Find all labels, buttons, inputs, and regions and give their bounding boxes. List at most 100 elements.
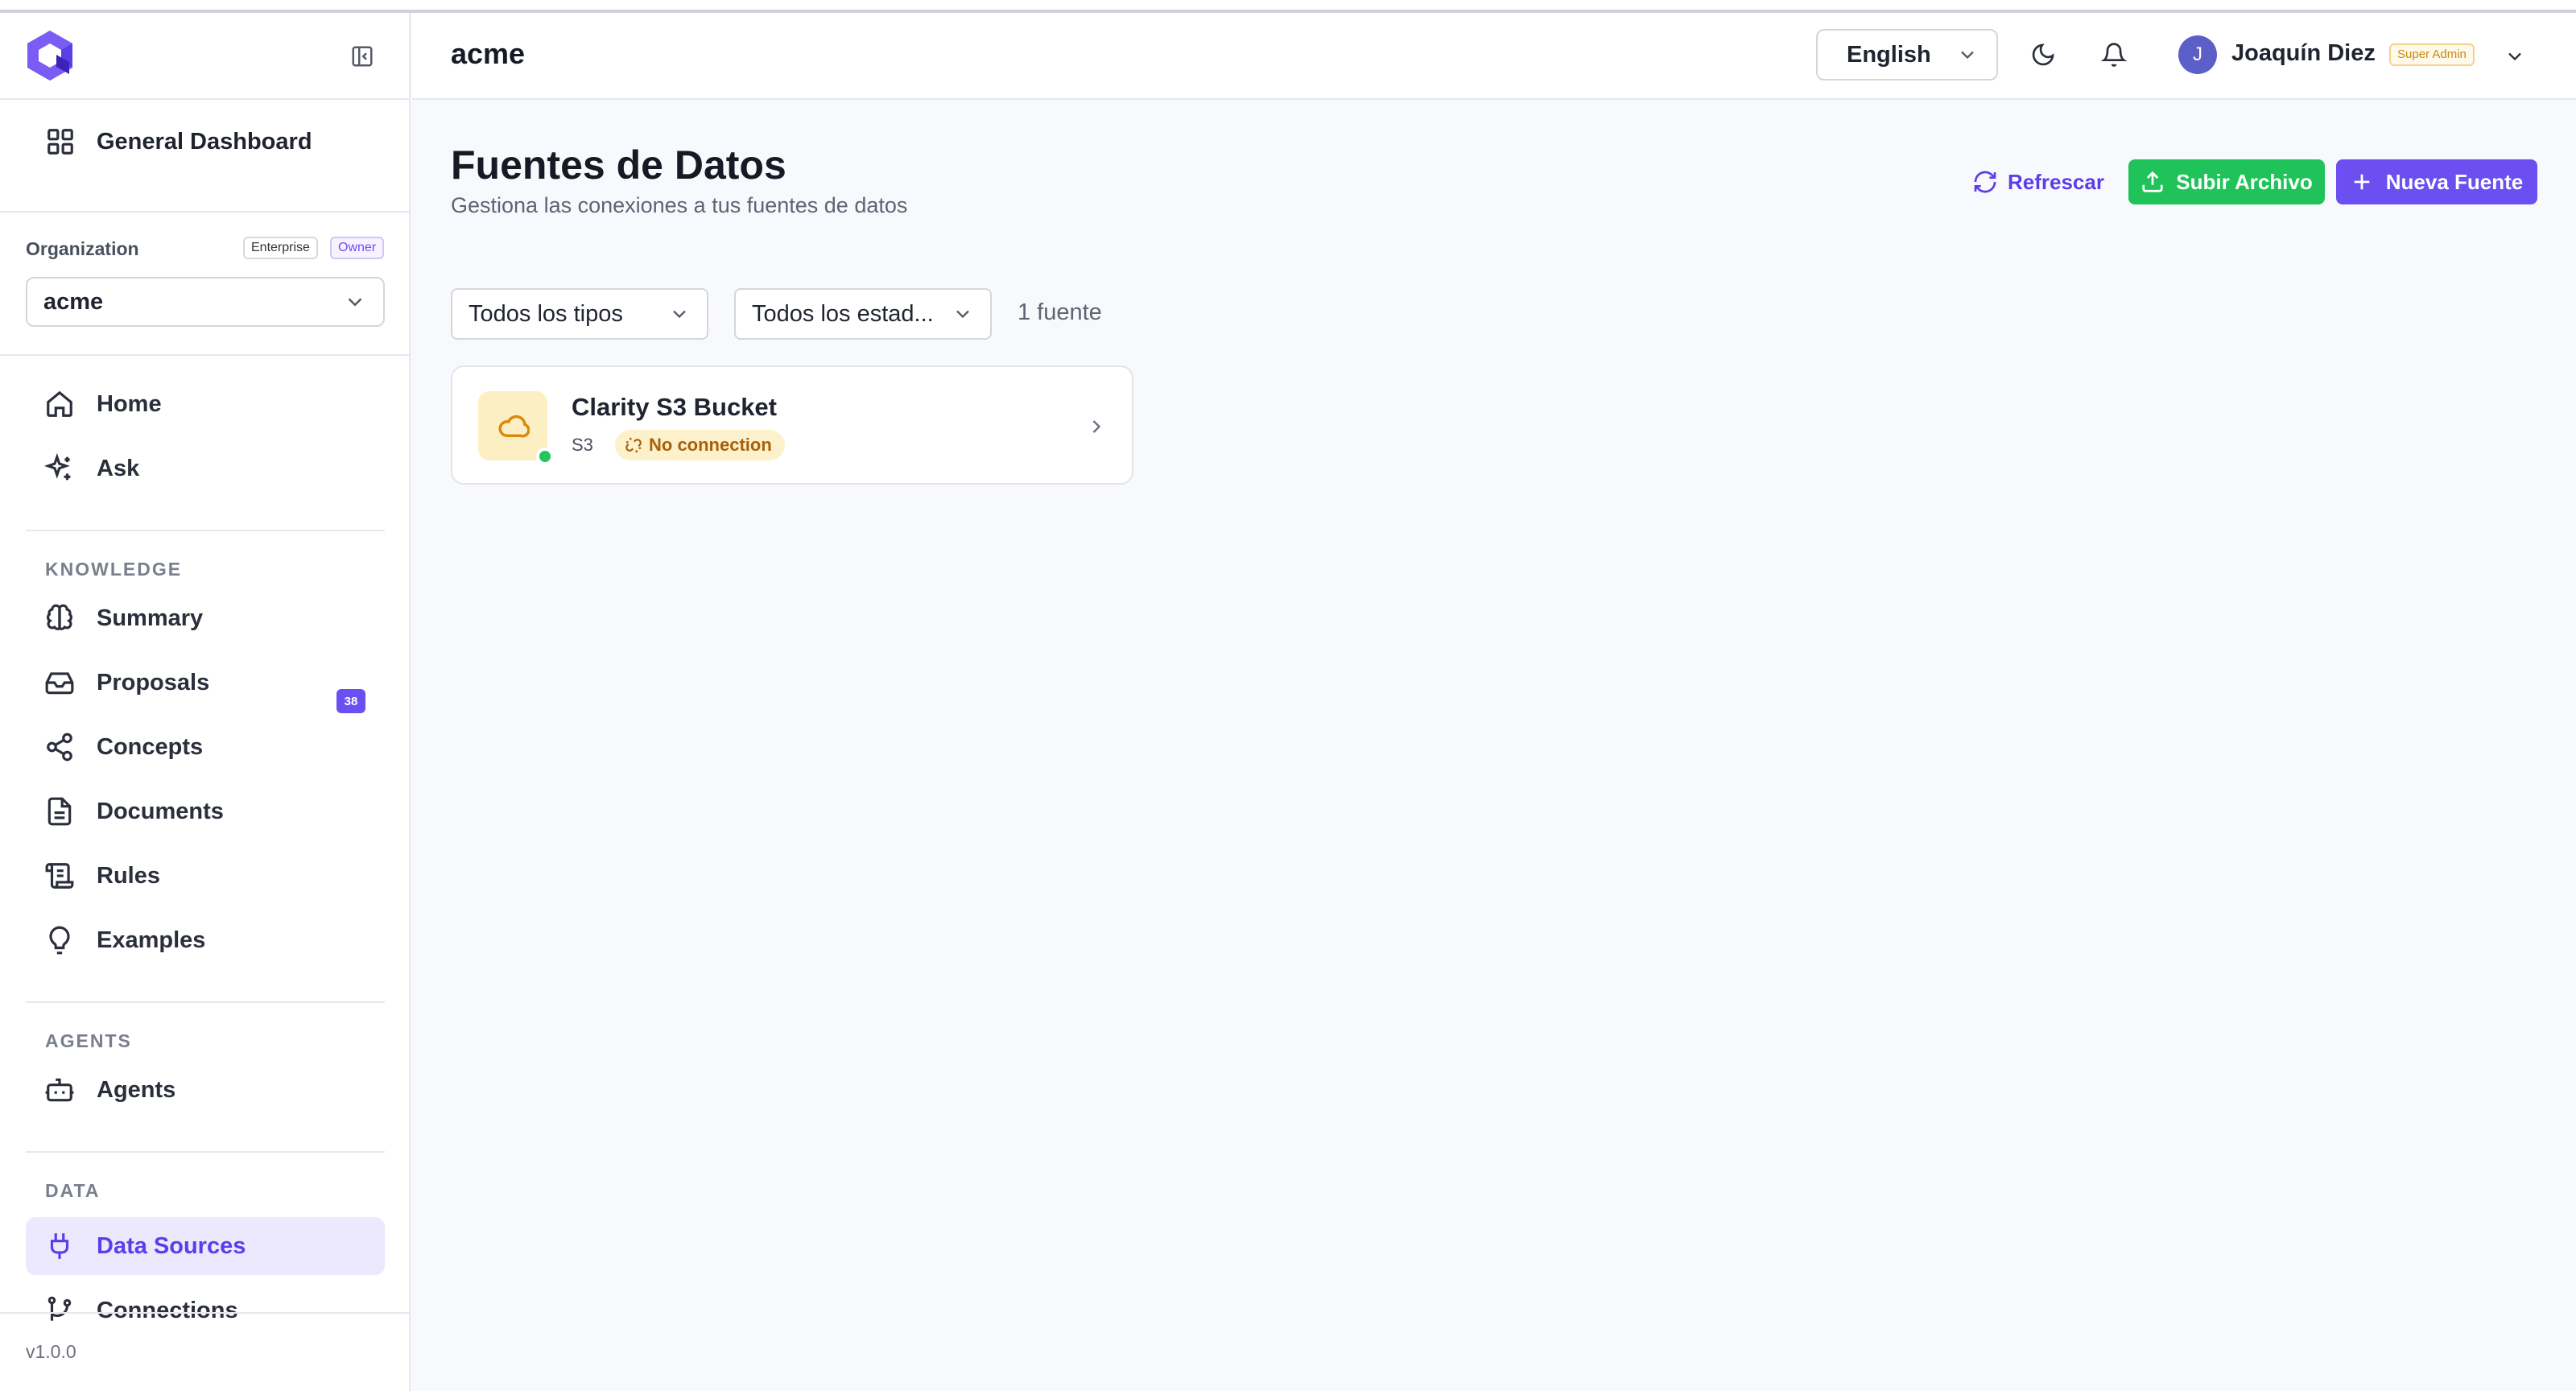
sidebar-item-label: Connections — [97, 1297, 238, 1323]
sidebar-item-agents[interactable]: Agents — [26, 1061, 385, 1119]
upload-label: Subir Archivo — [2176, 169, 2313, 194]
chevron-down-icon — [956, 310, 969, 319]
new-source-button[interactable]: Nueva Fuente — [2336, 159, 2537, 204]
sidebar-item-examples[interactable]: Examples — [26, 911, 385, 969]
divider — [0, 211, 409, 213]
divider — [26, 530, 385, 531]
collapse-sidebar-button[interactable] — [346, 42, 378, 71]
bell-icon — [2101, 43, 2127, 67]
chevron-down-icon — [673, 310, 686, 319]
open-source-button[interactable] — [1080, 411, 1113, 443]
upload-icon — [2142, 171, 2163, 192]
sidebar-item-label: Agents — [97, 1076, 176, 1103]
brain-icon — [47, 604, 72, 630]
upload-file-button[interactable]: Subir Archivo — [2128, 159, 2325, 204]
sidebar-item-label: Proposals — [97, 669, 210, 696]
organization-value: acme — [43, 288, 104, 315]
lightbulb-icon — [49, 926, 70, 955]
sidebar-item-documents[interactable]: Documents — [26, 782, 385, 840]
sidebar-collapse-icon — [352, 46, 373, 67]
source-count: 1 fuente — [1018, 299, 1102, 325]
section-title-knowledge: KNOWLEDGE — [45, 559, 183, 580]
plus-icon — [2354, 174, 2370, 190]
section-title-data: DATA — [45, 1180, 101, 1201]
bot-icon — [45, 1078, 74, 1102]
type-filter-select[interactable]: Todos los tipos — [451, 288, 708, 340]
app-logo-icon[interactable] — [24, 29, 76, 82]
organization-title: acme — [451, 37, 526, 70]
connection-status-label: No connection — [649, 435, 772, 455]
source-icon-tile — [478, 391, 547, 460]
status-filter-value: Todos los estad... — [752, 300, 934, 327]
language-select[interactable]: English — [1816, 29, 1998, 80]
section-title-agents: AGENTS — [45, 1030, 132, 1051]
page-title: Fuentes de Datos — [451, 142, 786, 188]
home-icon — [47, 390, 72, 417]
sparkles-icon — [44, 453, 71, 481]
connection-status-badge: No connection — [615, 430, 785, 460]
avatar[interactable]: J — [2178, 35, 2217, 74]
sidebar-item-label: Home — [97, 390, 162, 417]
sidebar-item-label: Rules — [97, 862, 160, 889]
source-type: S3 — [572, 435, 593, 455]
sidebar-item-general-dashboard[interactable]: General Dashboard — [26, 109, 385, 174]
theme-toggle-button[interactable] — [2027, 39, 2059, 71]
divider — [0, 354, 409, 356]
sidebar-item-label: Concepts — [97, 733, 204, 760]
status-filter-select[interactable]: Todos los estad... — [734, 288, 992, 340]
version-label: v1.0.0 — [26, 1341, 76, 1362]
unlink-icon — [625, 437, 642, 453]
sidebar-item-concepts[interactable]: Concepts — [26, 718, 385, 776]
plug-icon — [50, 1233, 69, 1259]
divider — [0, 1312, 409, 1314]
page-subtitle: Gestiona las conexiones a tus fuentes de… — [451, 193, 908, 217]
sidebar: General Dashboard Organization Enterpris… — [0, 13, 411, 1391]
notifications-button[interactable] — [2098, 39, 2130, 71]
sidebar-item-data-sources[interactable]: Data Sources — [26, 1217, 385, 1275]
divider — [26, 1151, 385, 1153]
status-dot — [536, 448, 554, 465]
grid-icon — [47, 129, 73, 155]
cloud-icon — [498, 415, 530, 438]
source-name: Clarity S3 Bucket — [572, 393, 777, 421]
window-top-bar — [0, 0, 2576, 13]
share-icon — [47, 733, 72, 762]
sidebar-item-label: Data Sources — [97, 1232, 246, 1259]
sidebar-item-label: General Dashboard — [97, 128, 312, 155]
super-admin-badge: Super Admin — [2389, 43, 2475, 66]
refresh-label: Refrescar — [2008, 169, 2104, 194]
sidebar-item-label: Summary — [97, 605, 204, 631]
data-source-card[interactable]: Clarity S3 Bucket S3 No connection — [451, 365, 1133, 485]
chevron-down-icon — [1961, 51, 1974, 60]
plan-badge: Enterprise — [243, 237, 318, 259]
document-icon — [47, 797, 72, 826]
top-header: acme English J Joaquín Diez Super Admin — [412, 13, 2576, 100]
chevron-down-icon — [2508, 52, 2521, 61]
sidebar-item-ask[interactable]: Ask — [26, 440, 385, 497]
scroll-icon — [45, 863, 74, 889]
new-source-label: Nueva Fuente — [2385, 169, 2524, 194]
divider — [26, 1001, 385, 1003]
language-value: English — [1847, 41, 1931, 68]
user-menu-button[interactable] — [2499, 40, 2531, 72]
sidebar-header — [0, 13, 409, 100]
refresh-button[interactable]: Refrescar — [1964, 159, 2112, 204]
sidebar-item-connections[interactable]: Connections — [26, 1282, 385, 1323]
sidebar-item-summary[interactable]: Summary — [26, 589, 385, 647]
refresh-icon — [1974, 171, 1996, 193]
sidebar-item-proposals[interactable]: Proposals — [26, 654, 385, 712]
proposals-count-badge: 38 — [336, 689, 365, 713]
sidebar-item-rules[interactable]: Rules — [26, 847, 385, 905]
inbox-icon — [45, 672, 74, 695]
chevron-right-icon — [1092, 420, 1101, 433]
sidebar-scroll-clip: Connections — [0, 1282, 409, 1323]
user-name[interactable]: Joaquín Diez — [2231, 40, 2376, 67]
type-filter-value: Todos los tipos — [469, 300, 623, 327]
sidebar-item-home[interactable]: Home — [26, 375, 385, 433]
organization-select[interactable]: acme — [26, 277, 385, 327]
organization-label: Organization — [26, 238, 139, 259]
role-badge: Owner — [330, 237, 385, 259]
sidebar-item-label: Documents — [97, 798, 224, 824]
git-branch-icon — [47, 1296, 72, 1321]
sidebar-item-label: Examples — [97, 927, 206, 953]
